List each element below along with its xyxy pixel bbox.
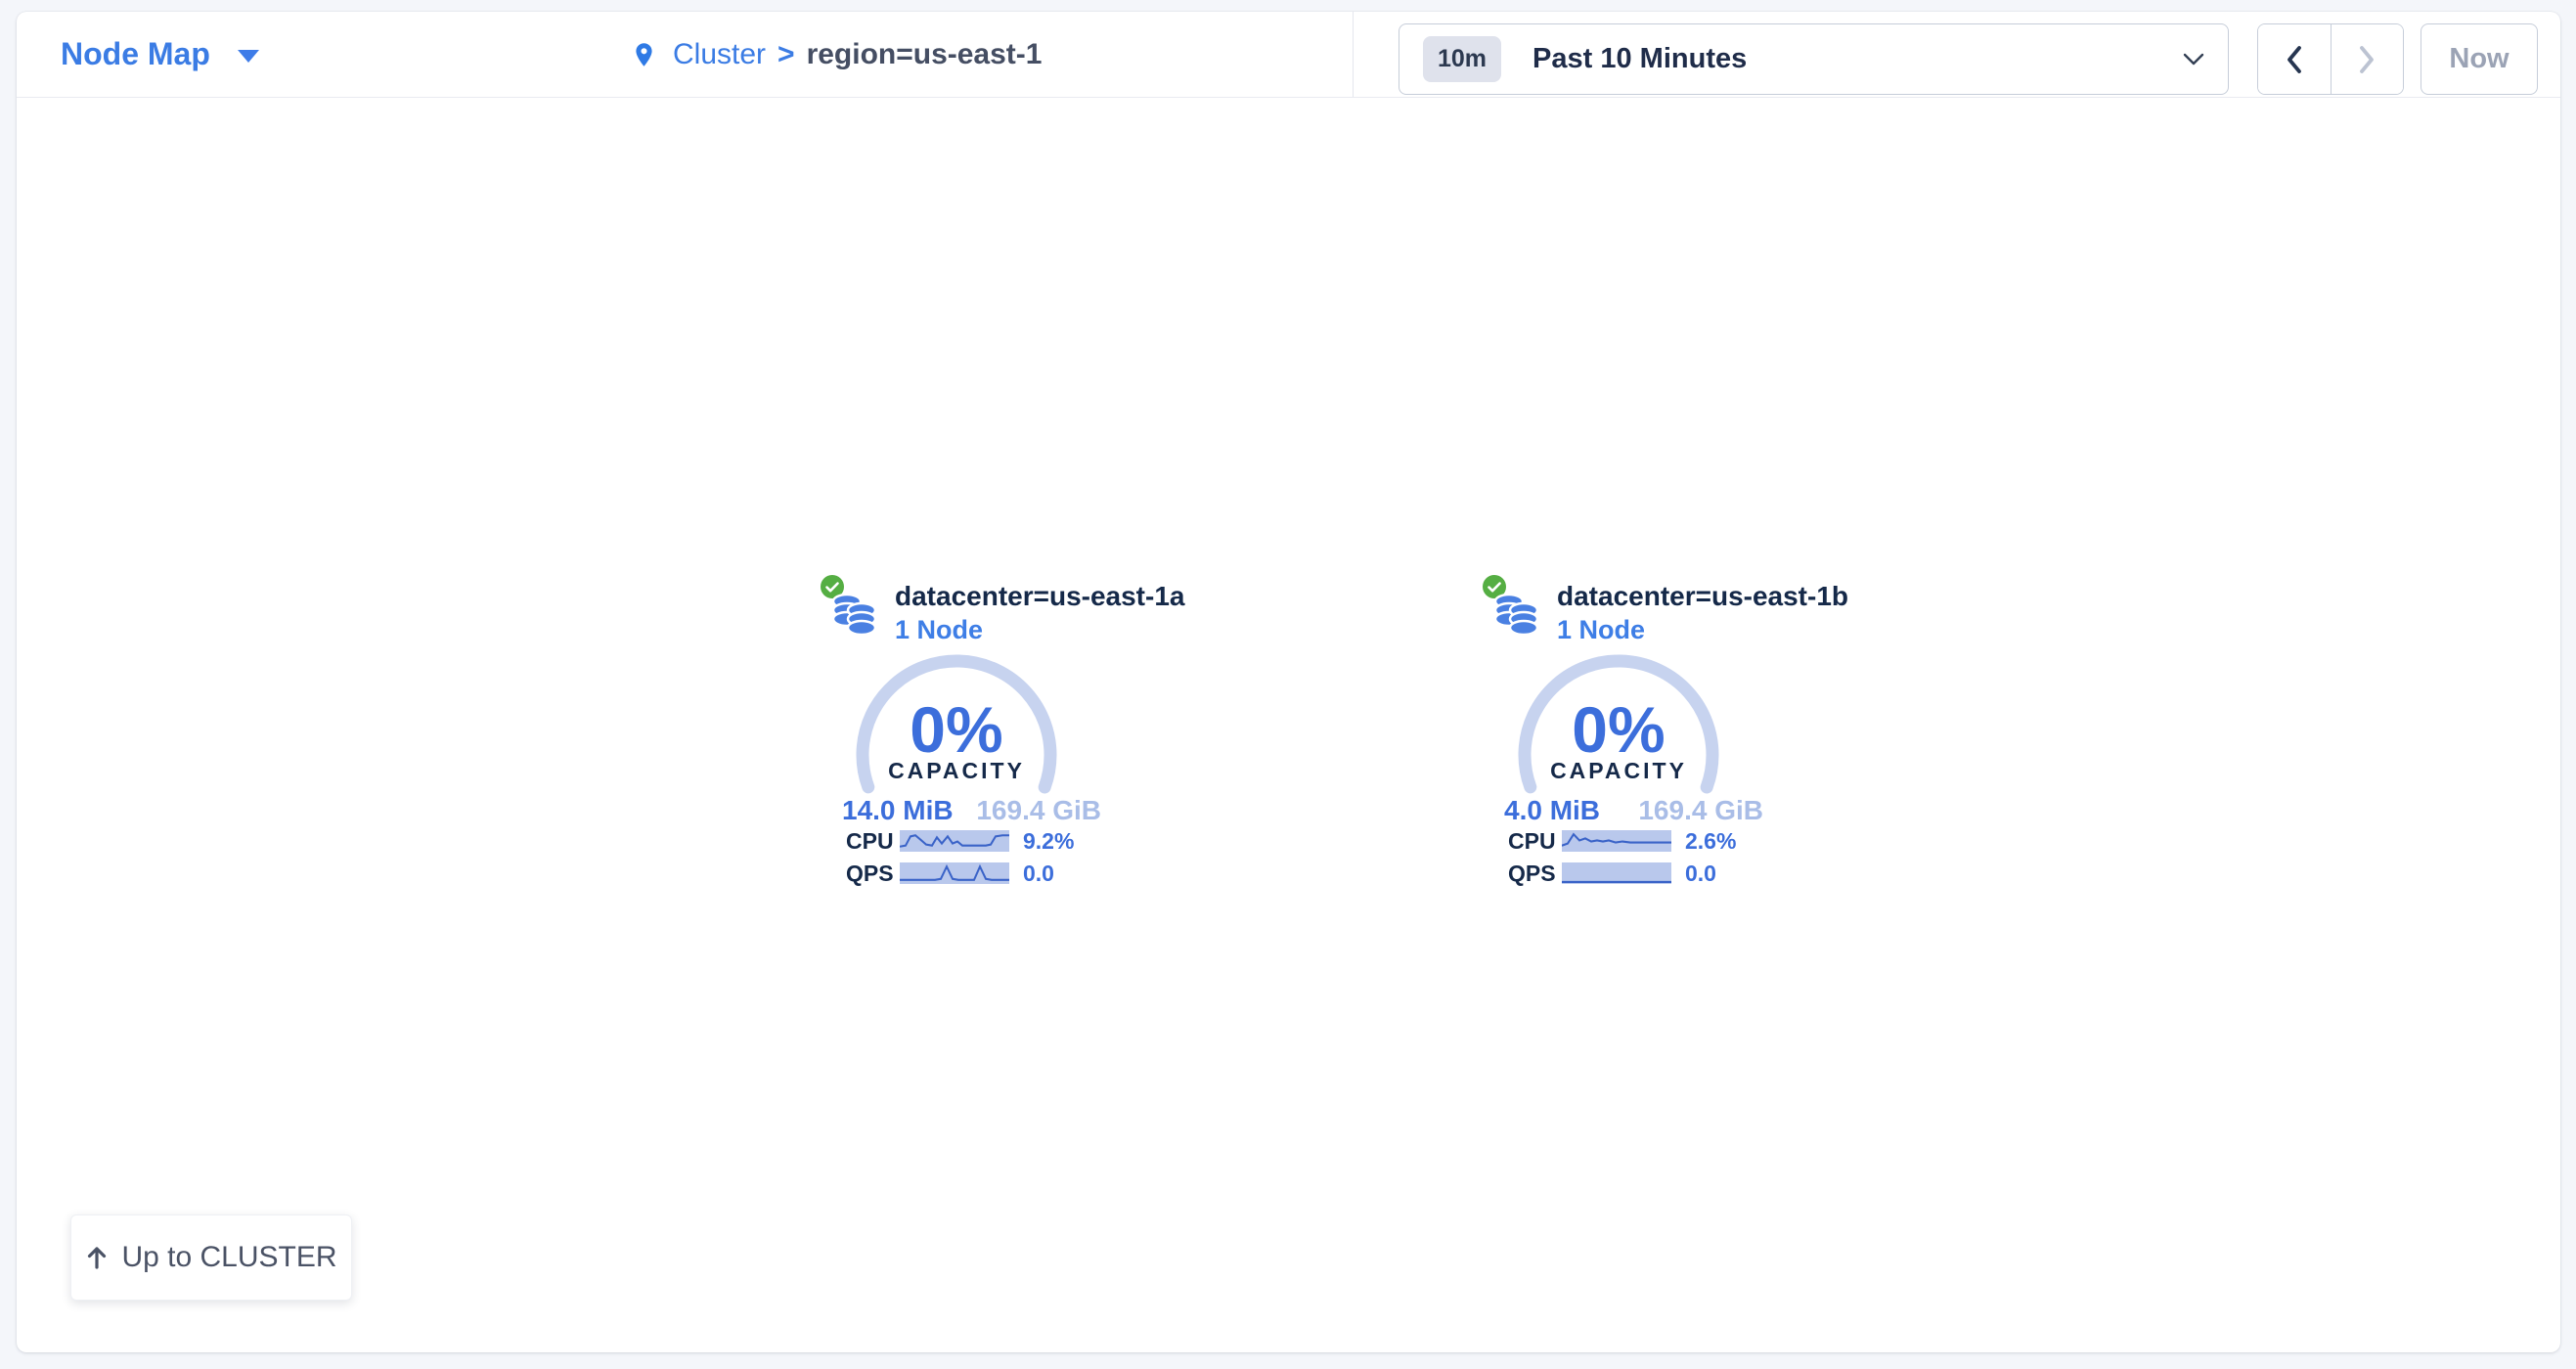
now-button[interactable]: Now [2421,23,2538,95]
cpu-sparkline [1562,830,1671,852]
location-pin-icon [631,40,657,69]
main-panel: Node Map Cluster > region=us-east-1 10m … [17,12,2560,1352]
header-divider [1353,12,1354,97]
capacity-gauge: 0% CAPACITY [854,652,1059,858]
cpu-value: 9.2% [1023,828,1074,855]
locality-card-us-east-1b[interactable]: datacenter=us-east-1b 1 Node 0% CAPACITY… [1472,572,1765,899]
capacity-percent: 0% [854,697,1059,762]
qps-metric-row: QPS 0.0 [1508,861,1716,885]
qps-metric-row: QPS 0.0 [846,861,1054,885]
time-nav-arrows [2257,23,2404,95]
cpu-value: 2.6% [1685,828,1736,855]
chevron-right-icon [2357,45,2376,74]
database-stack-icon [1491,590,1542,640]
capacity-percent: 0% [1516,697,1721,762]
qps-label: QPS [1508,861,1562,887]
qps-label: QPS [846,861,900,887]
header-bar: Node Map Cluster > region=us-east-1 10m … [17,12,2560,98]
caret-down-icon [238,50,259,63]
cpu-label: CPU [846,828,900,855]
breadcrumb-separator: > [777,38,795,71]
chevron-down-icon [2183,53,2204,66]
cpu-label: CPU [1508,828,1562,855]
qps-value: 0.0 [1685,861,1716,887]
capacity-total: 169.4 GiB [976,795,1101,826]
locality-card-us-east-1a[interactable]: datacenter=us-east-1a 1 Node 0% CAPACITY… [810,572,1103,899]
time-forward-button[interactable] [2331,24,2404,94]
arrow-up-icon [85,1245,109,1270]
capacity-total: 169.4 GiB [1638,795,1763,826]
qps-value: 0.0 [1023,861,1054,887]
time-back-button[interactable] [2258,24,2331,94]
view-switcher-label: Node Map [61,36,210,72]
cpu-metric-row: CPU 9.2% [846,829,1074,853]
qps-sparkline [1562,862,1671,884]
up-to-cluster-button[interactable]: Up to CLUSTER [70,1214,352,1301]
qps-sparkline [900,862,1009,884]
capacity-used: 14.0 MiB [842,795,954,826]
capacity-usage-row: 4.0 MiB 169.4 GiB [1504,795,1763,826]
time-range-badge: 10m [1423,36,1501,82]
view-switcher-dropdown[interactable]: Node Map [61,12,259,97]
breadcrumb-cluster-link[interactable]: Cluster [673,38,766,71]
locality-node-count: 1 Node [895,615,983,645]
locality-title: datacenter=us-east-1a [895,581,1184,612]
up-to-cluster-label: Up to CLUSTER [121,1241,336,1274]
locality-node-count: 1 Node [1557,615,1645,645]
locality-title: datacenter=us-east-1b [1557,581,1848,612]
cpu-sparkline [900,830,1009,852]
capacity-label: CAPACITY [1516,758,1721,784]
capacity-label: CAPACITY [854,758,1059,784]
capacity-gauge: 0% CAPACITY [1516,652,1721,858]
cpu-metric-row: CPU 2.6% [1508,829,1736,853]
time-range-select[interactable]: 10m Past 10 Minutes [1399,23,2229,95]
breadcrumb-current: region=us-east-1 [807,38,1043,71]
chevron-left-icon [2285,45,2304,74]
time-range-label: Past 10 Minutes [1532,43,2183,75]
capacity-usage-row: 14.0 MiB 169.4 GiB [842,795,1101,826]
database-stack-icon [829,590,880,640]
breadcrumb: Cluster > region=us-east-1 [631,12,1042,97]
capacity-used: 4.0 MiB [1504,795,1600,826]
